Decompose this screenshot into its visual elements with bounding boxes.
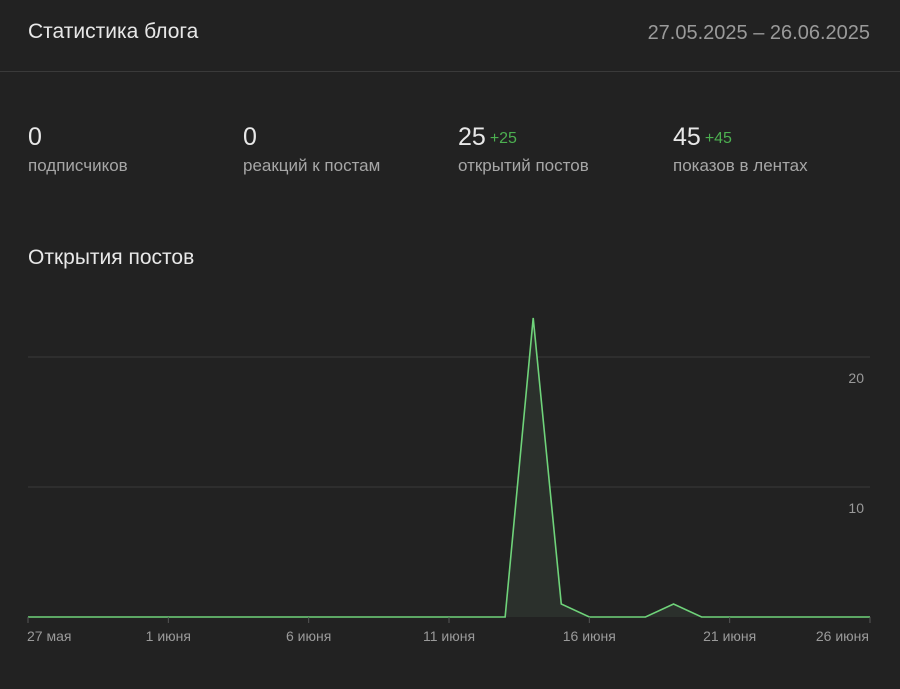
x-tick-label: 27 мая [27,628,71,644]
stat-reactions: 0 реакций к постам [243,120,380,176]
stat-label: реакций к постам [243,156,381,175]
date-range-selector[interactable]: 27.05.2025 – 26.06.2025 [648,22,870,45]
stat-value: 0 [28,123,42,151]
x-tick-label: 11 июня [423,628,475,644]
x-tick-label: 26 июня [816,628,869,644]
stat-value: 0 [243,123,257,151]
page-title: Статистика блога [28,20,199,43]
stat-post-opens: 25 +25 открытий постов [458,120,589,176]
stat-value: 25 [458,123,486,151]
header: Статистика блога 27.05.2025 – 26.06.2025 [0,0,900,72]
stat-subscribers: 0 подписчиков [28,120,128,176]
x-tick-label: 21 июня [703,628,756,644]
stat-value: 45 [673,123,701,151]
x-tick-label: 16 июня [563,628,616,644]
stat-label: показов в лентах [673,156,808,175]
chart-title: Открытия постов [28,246,195,269]
series-line [28,317,870,618]
stat-delta: +45 [704,130,732,147]
post-opens-chart: 10 20 27 мая 1 июня 6 июня 11 июня 16 июня 21 и… [27,317,871,644]
stat-label: открытий постов [458,156,589,175]
stat-delta: +25 [489,130,517,147]
stats-row: 0 подписчиков 0 реакций к постам 25 +25 о… [0,120,900,190]
x-tick-label: 6 июня [286,628,331,644]
y-tick-label: 20 [848,370,864,386]
x-tick-label: 1 июня [146,628,191,644]
y-tick-label: 10 [848,500,864,516]
stat-label: подписчиков [28,156,128,175]
series-area [28,318,870,617]
stat-feed-impressions: 45 +45 показов в лентах [673,120,808,176]
